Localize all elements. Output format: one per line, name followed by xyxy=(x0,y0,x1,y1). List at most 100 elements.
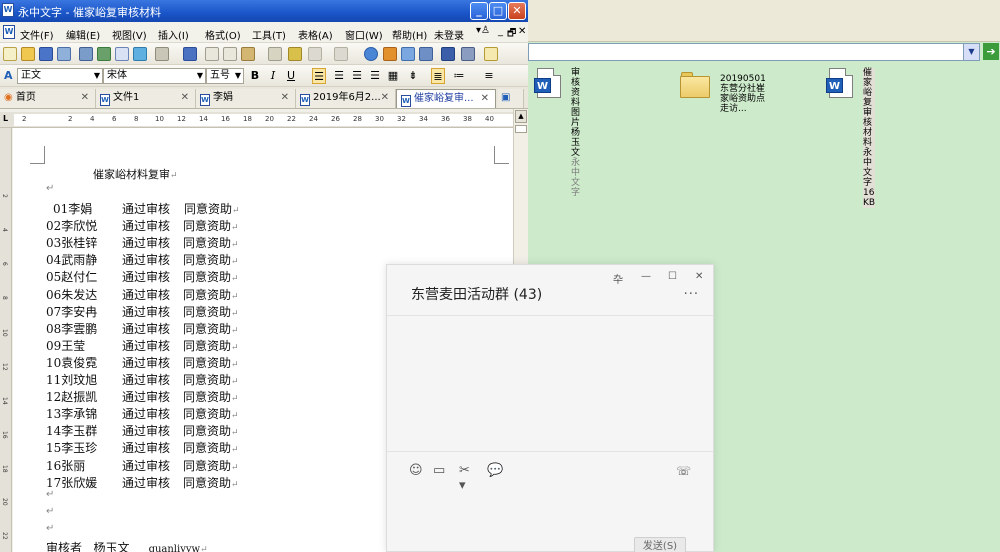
redo-icon[interactable] xyxy=(334,47,348,61)
call-icon[interactable]: ☏ xyxy=(676,464,691,478)
menu-help[interactable]: 帮助(H) xyxy=(392,27,427,42)
numbering-button[interactable]: ≣ xyxy=(431,68,445,84)
tab-home[interactable]: ◉ 首页 ✕ xyxy=(0,89,96,108)
hyperlink-icon[interactable] xyxy=(364,47,378,61)
menu-tools[interactable]: 工具(T) xyxy=(252,27,286,42)
maximize-button[interactable]: □ xyxy=(489,2,507,20)
vertical-ruler[interactable]: 2 4 6 8 10 12 14 16 18 20 22 xyxy=(0,128,12,552)
close-button[interactable]: ✕ xyxy=(508,2,526,20)
save-as-icon[interactable] xyxy=(57,47,71,61)
grid-icon[interactable] xyxy=(441,47,455,61)
menu-window[interactable]: 窗口(W) xyxy=(345,27,383,42)
close-icon[interactable]: ✕ xyxy=(695,271,703,282)
minimize-icon[interactable]: — xyxy=(641,271,651,282)
login-status[interactable]: 未登录 xyxy=(434,27,464,42)
tab-review-doc[interactable]: W 催家峪复审... ✕ xyxy=(396,89,496,108)
print-icon[interactable] xyxy=(79,47,93,61)
bullets-button[interactable]: ≔ xyxy=(452,68,466,84)
brush-icon[interactable] xyxy=(288,47,302,61)
maximize-icon[interactable]: ☐ xyxy=(668,271,677,282)
tab-file1[interactable]: W 文件1 ✕ xyxy=(96,89,196,108)
justify-button[interactable]: ☰ xyxy=(368,68,382,84)
size-select[interactable]: 五号 ▼ xyxy=(206,68,244,84)
group-name: 东营麦田活动群 xyxy=(411,287,509,303)
font-value: 宋体 xyxy=(107,70,127,81)
go-arrow-icon[interactable]: ➔ xyxy=(983,43,999,60)
underline-button[interactable]: U xyxy=(284,68,298,84)
table-icon[interactable] xyxy=(401,47,415,61)
font-select[interactable]: 宋体 ▼ xyxy=(103,68,206,84)
align-center-button[interactable]: ☰ xyxy=(332,68,346,84)
scroll-thumb[interactable] xyxy=(515,125,527,133)
row-result: 同意资助↵ xyxy=(183,236,239,251)
scroll-up-icon[interactable]: ▲ xyxy=(515,110,527,123)
doc-minimize-icon[interactable]: _ xyxy=(498,26,503,37)
review-row: 01李娟 通过审核 同意资助↵ xyxy=(53,200,240,217)
format-painter-icon[interactable] xyxy=(268,47,282,61)
chart-icon[interactable] xyxy=(461,47,475,61)
more-icon[interactable]: ··· xyxy=(684,287,699,302)
outline-button[interactable]: ≡ xyxy=(482,68,496,84)
user-icon[interactable]: ▾♙ xyxy=(476,25,490,36)
row-status: 通过审核 xyxy=(122,407,171,422)
folder-icon[interactable]: ▭ xyxy=(433,463,445,478)
chat-bubble-icon[interactable]: 💬 xyxy=(487,463,503,478)
menu-file[interactable]: 文件(F) xyxy=(20,27,54,42)
emoji-icon[interactable]: ☺ xyxy=(409,463,423,478)
paste-icon[interactable] xyxy=(241,47,255,61)
close-icon[interactable]: ✕ xyxy=(381,89,389,107)
close-icon[interactable]: ✕ xyxy=(181,89,189,107)
row-name: 赵付仁 xyxy=(61,270,98,285)
doc-close-icon[interactable]: ✕ xyxy=(518,26,526,37)
tab-lijuan[interactable]: W 李娟 ✕ xyxy=(196,89,296,108)
tab-stop-icon[interactable]: L xyxy=(3,114,8,123)
row-result: 同意资助↵ xyxy=(183,407,239,422)
distribute-button[interactable]: ▦ xyxy=(386,68,400,84)
spell-icon[interactable] xyxy=(155,47,169,61)
bold-button[interactable]: B xyxy=(248,68,262,84)
drawing-icon[interactable] xyxy=(484,47,498,61)
address-dropdown-icon[interactable]: ▼ xyxy=(963,44,979,60)
open-icon[interactable] xyxy=(21,47,35,61)
line-spacing-button[interactable]: ⇟ xyxy=(406,68,420,84)
row-name: 刘玟旭 xyxy=(61,373,98,387)
row-status: 通过审核 xyxy=(122,355,171,370)
pdf-icon[interactable] xyxy=(133,47,147,61)
minimize-button[interactable]: _ xyxy=(470,2,488,20)
columns-icon[interactable] xyxy=(419,47,433,61)
horizontal-ruler[interactable]: L 2 2 4 6 8 10 12 14 16 18 20 22 24 26 2… xyxy=(0,112,528,128)
menu-format[interactable]: 格式(O) xyxy=(205,27,241,42)
new-icon[interactable] xyxy=(3,47,17,61)
row-number: 12 xyxy=(46,390,62,405)
image-icon[interactable] xyxy=(383,47,397,61)
research-icon[interactable] xyxy=(183,47,197,61)
new-tab-button[interactable]: ▣ xyxy=(498,89,524,108)
close-icon[interactable]: ✕ xyxy=(481,90,489,108)
align-left-button[interactable]: ☰ xyxy=(312,68,326,84)
menu-table[interactable]: 表格(A) xyxy=(298,27,333,42)
address-bar[interactable]: ▼ xyxy=(528,43,980,61)
screenshot-icon[interactable]: ✂▾ xyxy=(459,463,470,493)
copy-icon[interactable] xyxy=(223,47,237,61)
menu-edit[interactable]: 编辑(E) xyxy=(66,27,100,42)
row-number: 11 xyxy=(46,373,62,387)
undo-icon[interactable] xyxy=(308,47,322,61)
ruler-tick-label: 6 xyxy=(112,115,117,123)
send-button[interactable]: 发送(S) xyxy=(634,537,686,552)
styles-icon[interactable]: A xyxy=(4,69,13,82)
menu-view[interactable]: 视图(V) xyxy=(112,27,147,42)
cut-icon[interactable] xyxy=(205,47,219,61)
print-preview-icon[interactable] xyxy=(97,47,111,61)
doc-menu-icon[interactable]: W xyxy=(3,25,15,39)
close-icon[interactable]: ✕ xyxy=(81,89,89,107)
italic-button[interactable]: I xyxy=(266,68,280,84)
preview-icon[interactable] xyxy=(115,47,129,61)
doc-restore-icon[interactable]: 🗗 xyxy=(507,26,516,43)
style-select[interactable]: 正文 ▼ xyxy=(17,68,103,84)
save-icon[interactable] xyxy=(39,47,53,61)
align-right-button[interactable]: ☰ xyxy=(350,68,364,84)
close-icon[interactable]: ✕ xyxy=(281,89,289,107)
pin-icon[interactable]: 卆 xyxy=(613,271,623,286)
menu-insert[interactable]: 插入(I) xyxy=(158,27,189,42)
tab-june-doc[interactable]: W 2019年6月2... ✕ xyxy=(296,89,396,108)
